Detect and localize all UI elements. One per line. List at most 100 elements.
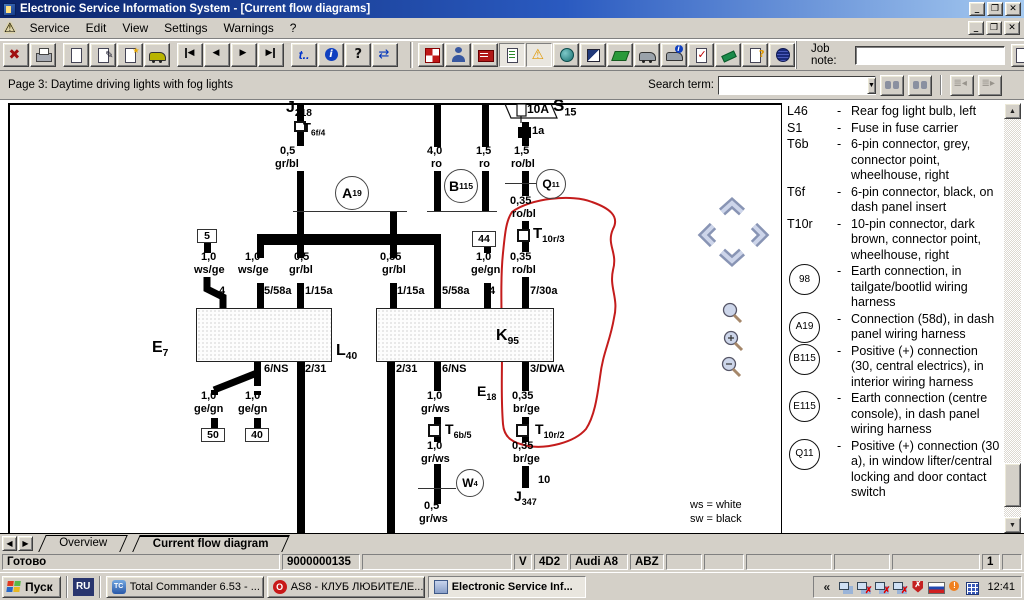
tools-button[interactable] — [715, 43, 741, 67]
new-document-button[interactable] — [63, 43, 89, 67]
legend-panel: L46-Rear fog light bulb, leftS1-Fuse in … — [787, 104, 1002, 532]
appgrid-icon[interactable] — [964, 580, 979, 594]
alert-icon[interactable] — [946, 580, 961, 594]
manuals-button[interactable] — [472, 43, 498, 67]
legend-scrollbar[interactable]: ▲ ▼ — [1004, 103, 1021, 533]
stop-button[interactable] — [3, 43, 29, 67]
close-button[interactable]: ✕ — [1005, 2, 1021, 16]
diagram-label: 1a — [532, 126, 544, 137]
search-back-button[interactable] — [908, 75, 932, 96]
search-combobox[interactable]: ▼ — [718, 76, 876, 95]
diagram-label: ro/bl — [512, 265, 536, 276]
document-help-button[interactable] — [742, 43, 768, 67]
goto-button[interactable]: t.. — [291, 43, 317, 67]
menu-warnings[interactable]: Warnings — [216, 19, 282, 37]
vehicle-info-button[interactable] — [661, 43, 687, 67]
minimize-button[interactable]: _ — [969, 2, 985, 16]
scrollbar-thumb[interactable] — [1004, 463, 1021, 507]
menu-?[interactable]: ? — [282, 19, 305, 37]
diagram-label: ro — [431, 159, 442, 170]
legend-item: L46-Rear fog light bulb, left — [787, 104, 1002, 120]
parts-button[interactable] — [418, 43, 444, 67]
network-error3-icon[interactable] — [892, 580, 907, 594]
next-page-button[interactable] — [231, 43, 257, 67]
print-button[interactable] — [30, 43, 56, 67]
list-next-button[interactable] — [978, 75, 1002, 96]
diagram-label: gr/ws — [419, 514, 448, 525]
wire-segment — [297, 362, 305, 533]
swap-button[interactable] — [372, 43, 398, 67]
collapse-icon[interactable] — [820, 580, 835, 594]
start-button[interactable]: Пуск — [2, 576, 61, 598]
restore-button[interactable]: ❐ — [987, 2, 1003, 16]
network-button[interactable] — [769, 43, 795, 67]
tab-overview[interactable]: Overview — [38, 535, 128, 552]
vehicle-button[interactable] — [144, 43, 170, 67]
world-button[interactable] — [553, 43, 579, 67]
menu-edit[interactable]: Edit — [78, 19, 115, 37]
job-note-button[interactable] — [1011, 44, 1024, 67]
info-button[interactable] — [318, 43, 344, 67]
search-forward-button[interactable] — [880, 75, 904, 96]
customer-button[interactable] — [445, 43, 471, 67]
relay-box-e7-l40 — [196, 308, 332, 362]
eraser-button[interactable] — [607, 43, 633, 67]
child-minimize-button[interactable]: _ — [968, 21, 984, 35]
taskbar-task[interactable]: Electronic Service Inf... — [428, 576, 586, 598]
previous-page-button[interactable] — [204, 43, 230, 67]
checklist-icon — [693, 47, 710, 63]
vehicle-data-button[interactable] — [634, 43, 660, 67]
menu-service[interactable]: Service — [22, 19, 78, 37]
child-close-button[interactable]: ✕ — [1004, 21, 1020, 35]
tab-scroll-right-icon[interactable]: ▶ — [18, 536, 33, 551]
list-previous-button[interactable] — [950, 75, 974, 96]
warnings-button[interactable] — [526, 43, 552, 67]
connection-circle: A19 — [335, 176, 369, 210]
title-bar: Electronic Service Information System - … — [0, 0, 1024, 18]
diagram-label: ge/gn — [194, 404, 223, 415]
network-error2-icon[interactable] — [874, 580, 889, 594]
status-cell: V — [514, 554, 532, 570]
status-cell — [1002, 554, 1022, 570]
diagram-label: 1/15a — [397, 286, 425, 297]
first-page-button[interactable] — [177, 43, 203, 67]
parts-icon — [423, 47, 440, 63]
chevron-down-icon[interactable]: ▼ — [867, 77, 876, 94]
scroll-up-icon[interactable]: ▲ — [1004, 103, 1021, 119]
document-list-button[interactable] — [499, 43, 525, 67]
taskbar-task[interactable]: OAS8 - КЛУБ ЛЮБИТЕЛЕ... — [267, 576, 425, 598]
windows-logo-icon — [6, 581, 22, 593]
wire-segment — [434, 104, 441, 147]
menu-settings[interactable]: Settings — [156, 19, 215, 37]
last-page-button[interactable] — [258, 43, 284, 67]
taskbar-task[interactable]: TCTotal Commander 6.53 - ... — [106, 576, 264, 598]
connection-line — [418, 488, 456, 489]
diagram-label: 1,0 — [201, 391, 216, 402]
contrast-button[interactable] — [580, 43, 606, 67]
language-indicator[interactable]: RU — [73, 578, 94, 596]
legend-text: Rear fog light bulb, left — [851, 104, 1002, 120]
status-cell: 4D2 — [534, 554, 568, 570]
child-restore-button[interactable]: ❐ — [986, 21, 1002, 35]
scroll-down-icon[interactable]: ▼ — [1004, 517, 1021, 533]
document-wizard-button[interactable] — [117, 43, 143, 67]
diagram-label: 7/30a — [530, 286, 558, 297]
checklist-button[interactable] — [688, 43, 714, 67]
tab-scroll-left-icon[interactable]: ◀ — [2, 536, 17, 551]
shield-error-icon[interactable] — [910, 580, 925, 594]
diagram-label: gr/bl — [275, 159, 299, 170]
menu-view[interactable]: View — [114, 19, 156, 37]
tab-current-flow-diagram[interactable]: Current flow diagram — [132, 535, 289, 552]
ru-flag-icon[interactable] — [928, 580, 943, 594]
network-icon[interactable] — [838, 580, 853, 594]
help-button[interactable] — [345, 43, 371, 67]
search-input[interactable] — [719, 77, 867, 94]
edit-document-button[interactable] — [90, 43, 116, 67]
binocular-icon — [912, 77, 929, 93]
diagram-label: 6/NS — [442, 364, 466, 375]
book-icon — [477, 47, 494, 63]
network-error-icon[interactable] — [856, 580, 871, 594]
job-note-input[interactable] — [855, 46, 1005, 65]
connection-circle-icon: B115 — [789, 344, 820, 375]
wire-segment — [254, 418, 261, 428]
